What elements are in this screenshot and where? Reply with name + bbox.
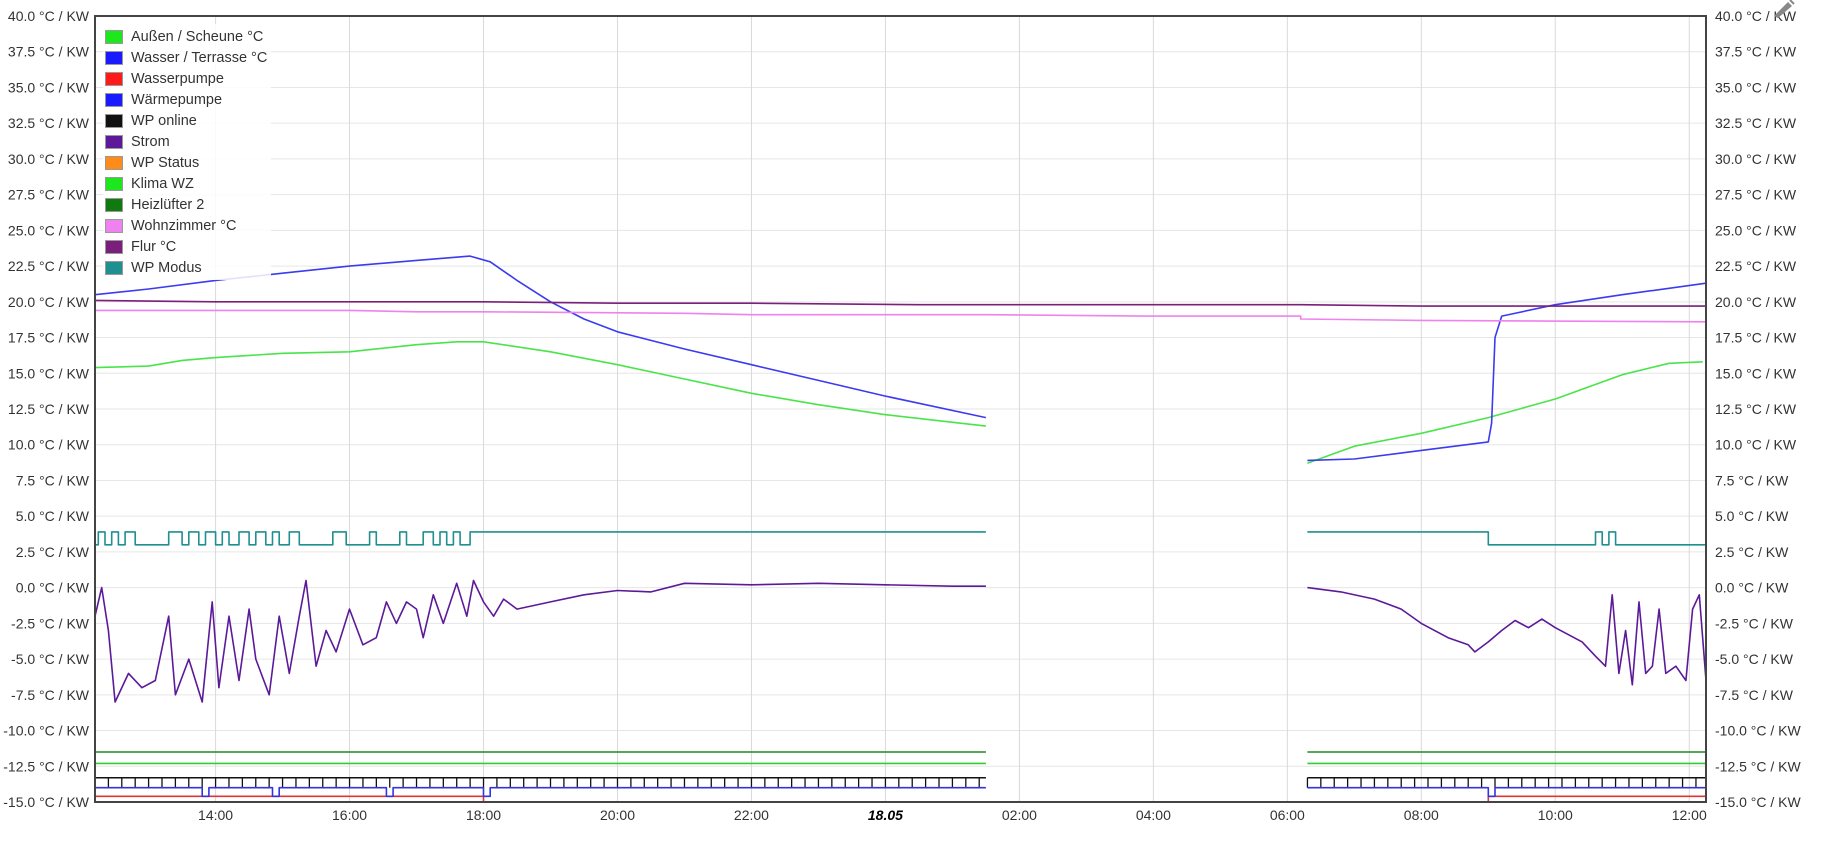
y-tick-label-left: -7.5 °C / KW xyxy=(11,687,90,703)
legend-item[interactable]: Flur °C xyxy=(105,236,267,257)
y-tick-label-right: 0.0 °C / KW xyxy=(1715,580,1789,596)
legend-item[interactable]: WP Modus xyxy=(105,257,267,278)
x-tick-label: 12:00 xyxy=(1672,807,1707,823)
legend-swatch xyxy=(105,29,123,44)
legend-item[interactable]: WP Status xyxy=(105,152,267,173)
y-tick-label-right: 37.5 °C / KW xyxy=(1715,44,1797,60)
legend-item[interactable]: Klima WZ xyxy=(105,173,267,194)
legend-label: WP Modus xyxy=(131,259,202,276)
y-tick-label-right: 30.0 °C / KW xyxy=(1715,151,1797,167)
x-tick-label: 04:00 xyxy=(1136,807,1171,823)
y-tick-label-right: -5.0 °C / KW xyxy=(1715,651,1794,667)
legend-swatch xyxy=(105,155,123,170)
legend-label: Flur °C xyxy=(131,238,177,255)
x-tick-label: 14:00 xyxy=(198,807,233,823)
y-tick-label-left: 15.0 °C / KW xyxy=(8,365,90,381)
y-tick-label-left: 30.0 °C / KW xyxy=(8,151,90,167)
y-tick-label-left: 7.5 °C / KW xyxy=(16,472,90,488)
grid xyxy=(95,15,1706,803)
legend-item[interactable]: Heizlüfter 2 xyxy=(105,194,267,215)
y-tick-label-left: -10.0 °C / KW xyxy=(3,723,90,739)
y-tick-label-left: -12.5 °C / KW xyxy=(3,758,90,774)
legend-item[interactable]: WP online xyxy=(105,110,267,131)
legend-swatch xyxy=(105,176,123,191)
legend-swatch xyxy=(105,71,123,86)
y-tick-label-left: 25.0 °C / KW xyxy=(8,222,90,238)
y-tick-label-left: 20.0 °C / KW xyxy=(8,294,90,310)
y-tick-label-right: 32.5 °C / KW xyxy=(1715,115,1797,131)
legend-item[interactable]: Wasser / Terrasse °C xyxy=(105,47,267,68)
legend-item[interactable]: Wärmepumpe xyxy=(105,89,267,110)
y-tick-label-right: 5.0 °C / KW xyxy=(1715,508,1789,524)
y-tick-label-left: -5.0 °C / KW xyxy=(11,651,90,667)
legend-label: Klima WZ xyxy=(131,175,194,192)
y-tick-label-left: 35.0 °C / KW xyxy=(8,79,90,95)
legend-label: Außen / Scheune °C xyxy=(131,28,264,45)
legend-label: WP Status xyxy=(131,154,200,171)
chart-canvas: 40.0 °C / KW 40.0 °C / KW37.5 °C / KW 37.5… xyxy=(3,8,1802,823)
x-tick-label: 08:00 xyxy=(1404,807,1439,823)
y-tick-label-left: -15.0 °C / KW xyxy=(3,794,90,810)
y-tick-label-left: 5.0 °C / KW xyxy=(16,508,90,524)
y-tick-label-right: 27.5 °C / KW xyxy=(1715,187,1797,203)
x-tick-label: 18:00 xyxy=(466,807,501,823)
legend-swatch xyxy=(105,260,123,275)
y-tick-label-right: -7.5 °C / KW xyxy=(1715,687,1794,703)
legend-swatch xyxy=(105,134,123,149)
pencil-icon[interactable] xyxy=(1770,0,1796,18)
y-tick-label-left: 0.0 °C / KW xyxy=(16,580,90,596)
y-tick-label-right: 25.0 °C / KW xyxy=(1715,222,1797,238)
legend-swatch xyxy=(105,218,123,233)
legend-swatch xyxy=(105,239,123,254)
x-tick-label: 10:00 xyxy=(1538,807,1573,823)
legend-swatch xyxy=(105,92,123,107)
legend-label: Wasserpumpe xyxy=(131,70,224,87)
y-tick-label-right: 10.0 °C / KW xyxy=(1715,437,1797,453)
y-tick-label-left: 12.5 °C / KW xyxy=(8,401,90,417)
y-tick-label-right: 17.5 °C / KW xyxy=(1715,330,1797,346)
x-tick-label: 06:00 xyxy=(1270,807,1305,823)
y-tick-label-left: 2.5 °C / KW xyxy=(16,544,90,560)
y-tick-label-left: 40.0 °C / KW xyxy=(8,8,90,24)
y-tick-label-right: 2.5 °C / KW xyxy=(1715,544,1789,560)
x-tick-label: 02:00 xyxy=(1002,807,1037,823)
y-tick-label-right: -10.0 °C / KW xyxy=(1715,723,1802,739)
legend-item[interactable]: Außen / Scheune °C xyxy=(105,26,267,47)
y-tick-label-left: 37.5 °C / KW xyxy=(8,44,90,60)
legend-swatch xyxy=(105,50,123,65)
y-tick-label-left: 10.0 °C / KW xyxy=(8,437,90,453)
y-tick-label-right: 7.5 °C / KW xyxy=(1715,472,1789,488)
y-tick-label-right: 35.0 °C / KW xyxy=(1715,79,1797,95)
legend-swatch xyxy=(105,197,123,212)
legend-label: Strom xyxy=(131,133,170,150)
y-tick-label-left: 32.5 °C / KW xyxy=(8,115,90,131)
legend-label: Wasser / Terrasse °C xyxy=(131,49,268,66)
y-tick-label-left: 27.5 °C / KW xyxy=(8,187,90,203)
y-tick-label-right: -15.0 °C / KW xyxy=(1715,794,1802,810)
y-tick-label-right: 20.0 °C / KW xyxy=(1715,294,1797,310)
y-tick-label-left: -2.5 °C / KW xyxy=(11,615,90,631)
legend-item[interactable]: Wohnzimmer °C xyxy=(105,215,267,236)
y-tick-label-right: 22.5 °C / KW xyxy=(1715,258,1797,274)
y-tick-label-right: 12.5 °C / KW xyxy=(1715,401,1797,417)
x-tick-label: 22:00 xyxy=(734,807,769,823)
y-tick-label-left: 22.5 °C / KW xyxy=(8,258,90,274)
legend-label: WP online xyxy=(131,112,197,129)
legend-label: Heizlüfter 2 xyxy=(131,196,205,213)
y-tick-label-left: 17.5 °C / KW xyxy=(8,330,90,346)
legend-label: Wohnzimmer °C xyxy=(131,217,237,234)
y-tick-label-right: -2.5 °C / KW xyxy=(1715,615,1794,631)
legend-label: Wärmepumpe xyxy=(131,91,223,108)
x-tick-label: 18.05 xyxy=(868,807,903,823)
legend-item[interactable]: Wasserpumpe xyxy=(105,68,267,89)
legend-swatch xyxy=(105,113,123,128)
x-tick-label: 20:00 xyxy=(600,807,635,823)
x-tick-label: 16:00 xyxy=(332,807,367,823)
y-tick-label-right: 15.0 °C / KW xyxy=(1715,365,1797,381)
legend-item[interactable]: Strom xyxy=(105,131,267,152)
legend: Außen / Scheune °C Wasser / Terrasse °C Wa… xyxy=(103,24,272,280)
y-tick-label-right: -12.5 °C / KW xyxy=(1715,758,1802,774)
